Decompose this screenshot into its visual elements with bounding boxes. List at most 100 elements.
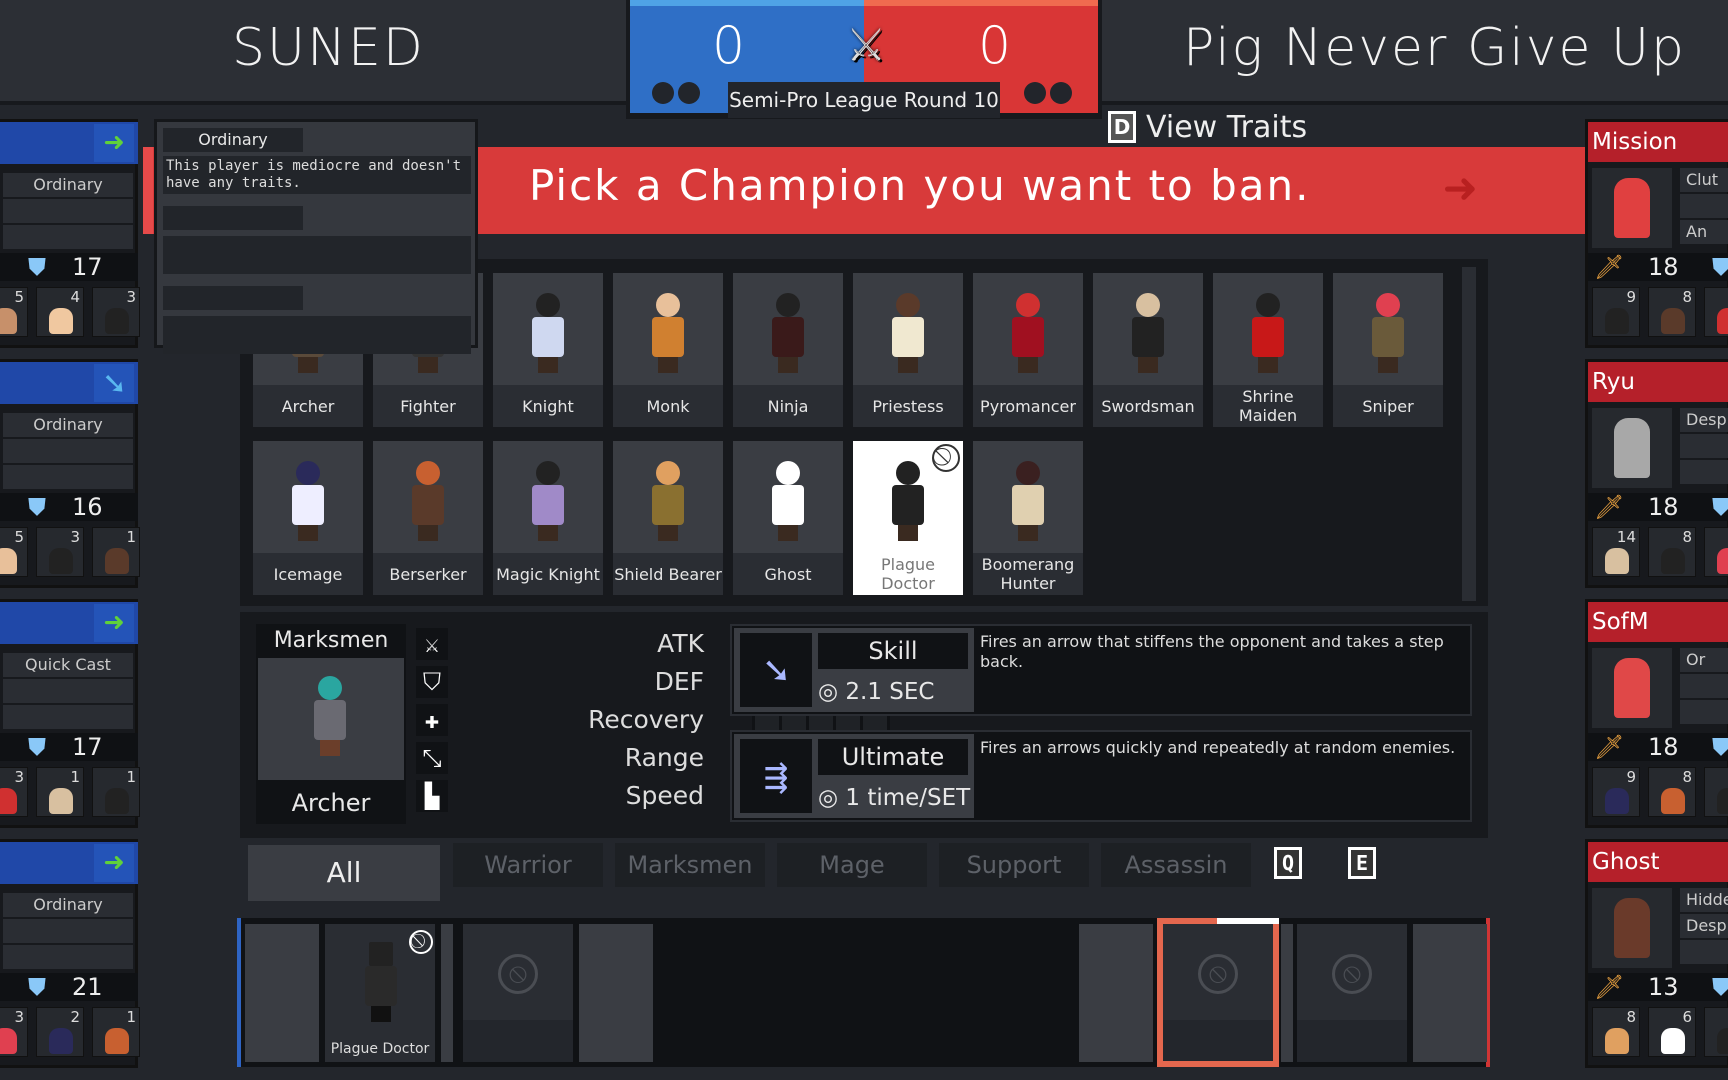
champion-card-priestess[interactable]: Priestess — [853, 273, 963, 427]
bow-icon: ⤡ — [416, 742, 448, 774]
player-trait — [3, 705, 133, 729]
sword-icon: 🗡 — [1594, 493, 1625, 521]
champion-image — [1333, 273, 1443, 385]
sword-icon: 🗡 — [1594, 973, 1625, 1001]
sprite — [310, 676, 350, 756]
shield-icon: ⛊ — [28, 493, 46, 521]
champion-name: Sniper — [1362, 396, 1414, 416]
grid-scrollbar[interactable] — [1462, 267, 1476, 601]
ultimate-arrows-icon: ⇶ — [740, 739, 812, 813]
mastery-value: 3 — [14, 1008, 24, 1026]
mastery-champ: 4 — [36, 287, 84, 337]
champion-card-swordsman[interactable]: Swordsman — [1093, 273, 1203, 427]
champion-card-icemage[interactable]: Icemage — [253, 441, 363, 595]
league-label: Semi-Pro League Round 10 — [728, 82, 1000, 118]
left-player-card[interactable]: ➜ Ordinary ⛊ 17 5 4 3 — [0, 119, 140, 348]
banner-edge — [143, 147, 153, 234]
champion-card-shrine-maiden[interactable]: Shrine Maiden — [1213, 273, 1323, 427]
champion-sprite — [888, 461, 928, 541]
banned-champion-name: Plague Doctor — [330, 1041, 430, 1057]
tab-support[interactable]: Support — [939, 843, 1089, 887]
mastery-champ: 8 — [1648, 287, 1696, 337]
champion-card-ninja[interactable]: Ninja — [733, 273, 843, 427]
player-trait — [3, 679, 133, 703]
left-player-card[interactable]: ➜ Quick Cast ⛊ 17 3 1 1 — [0, 599, 140, 828]
ban-icon: ⃠ — [409, 930, 433, 954]
champion-card-shield-bearer[interactable]: Shield Bearer — [613, 441, 723, 595]
champion-image — [853, 273, 963, 385]
sword-icon: 🗡 — [1594, 253, 1625, 281]
player-trait — [1680, 460, 1728, 484]
player-trait — [1680, 700, 1728, 724]
tooltip-empty-desc — [163, 316, 471, 354]
champion-sprite — [1008, 293, 1048, 373]
champion-name: Ninja — [767, 396, 809, 416]
mastery-value: 2 — [70, 1008, 80, 1026]
champion-sprite — [528, 293, 568, 373]
boot-icon: ▙ — [416, 780, 448, 812]
champion-card-magic-knight[interactable]: Magic Knight — [493, 441, 603, 595]
red-ban-slot-active[interactable]: ⦸ — [1157, 918, 1279, 1067]
champion-card-plague-doctor[interactable]: ⃠ Plague Doctor — [853, 441, 963, 595]
player-name: Ryu — [1588, 362, 1728, 402]
champion-sprite — [1368, 293, 1408, 373]
player-avatar — [1592, 408, 1672, 488]
mastery-value: 1 — [126, 1008, 136, 1026]
prev-tab-key[interactable]: Q — [1274, 847, 1302, 879]
tab-assassin[interactable]: Assassin — [1101, 843, 1251, 887]
ban-strip: ⃠ Plague Doctor ⦸ ⦸ ⦸ — [237, 918, 1490, 1067]
player-rating: 🗡 13 ⛊ — [1588, 973, 1728, 1001]
arrow-right-icon: ➜ — [94, 124, 134, 162]
champion-card-knight[interactable]: Knight — [493, 273, 603, 427]
champion-sprite — [408, 461, 448, 541]
stat-label: Speed — [625, 781, 704, 810]
player-trait — [1680, 194, 1728, 218]
right-score: 0 — [978, 16, 1012, 76]
champion-details: Marksmen Archer ⚔ ATK ⛉ DEF ✚ Recovery ⤡ Range ▙… — [240, 612, 1488, 838]
champion-name: Pyromancer — [980, 396, 1076, 416]
player-trait — [1680, 434, 1728, 458]
clock-icon: ◎ — [818, 679, 846, 705]
right-player-card[interactable]: Ryu Despis 🗡 18 ⛊ 14 8 — [1585, 359, 1728, 588]
next-tab-key[interactable]: E — [1348, 847, 1376, 879]
view-traits-button[interactable]: D View Traits — [1108, 110, 1307, 145]
champion-card-berserker[interactable]: Berserker — [373, 441, 483, 595]
tab-all[interactable]: All — [248, 845, 440, 901]
mastery-champ: 1 — [36, 767, 84, 817]
champion-card-pyromancer[interactable]: Pyromancer — [973, 273, 1083, 427]
player-avatar — [1592, 168, 1672, 248]
champion-card-sniper[interactable]: Sniper — [1333, 273, 1443, 427]
champion-card-monk[interactable]: Monk — [613, 273, 723, 427]
champion-image — [493, 441, 603, 553]
shield-icon: ⛊ — [28, 733, 46, 761]
champion-name: Swordsman — [1101, 396, 1195, 416]
blue-pick-slot — [579, 924, 653, 1062]
right-player-card[interactable]: SofM Or 🗡 18 ⛊ 9 8 — [1585, 599, 1728, 828]
player-trait — [1680, 674, 1728, 698]
right-player-card[interactable]: Mission Clut An 🗡 18 ⛊ 9 8 — [1585, 119, 1728, 348]
left-player-card[interactable]: ➜ Ordinary ⛊ 21 321 — [0, 839, 140, 1068]
mastery-champ: 3 — [36, 527, 84, 577]
tab-mage[interactable]: Mage — [777, 843, 927, 887]
left-player-card[interactable]: ➘ Ordinary ⛊ 16 5 3 1 — [0, 359, 140, 588]
mastery-champ: 9 — [1592, 287, 1640, 337]
player-name: SofM — [1588, 602, 1728, 642]
blue-ban-slot-filled: ⃠ Plague Doctor — [325, 924, 435, 1062]
ultimate-box: ⇶ Ultimate ◎ 1 time/SET — [734, 734, 974, 818]
player-name: Mission — [1588, 122, 1728, 162]
champion-sprite — [288, 461, 328, 541]
mastery-value: 3 — [70, 528, 80, 546]
key-e-icon: E — [1348, 847, 1376, 879]
player-trait: Ordinary — [3, 173, 133, 197]
skill-box: ➘ Skill ◎ 2.1 SEC — [734, 628, 974, 712]
mastery-value: 4 — [70, 288, 80, 306]
tab-marksmen[interactable]: Marksmen — [615, 843, 765, 887]
tab-warrior[interactable]: Warrior — [453, 843, 603, 887]
player-rating: ⛊ 16 — [0, 493, 138, 521]
champion-card-ghost[interactable]: Ghost — [733, 441, 843, 595]
mastery-value: 8 — [1682, 528, 1692, 546]
rating-value: 13 — [1648, 973, 1679, 1001]
right-player-card[interactable]: Ghost HiddenDespis 🗡 13 ⛊ 8 6 — [1585, 839, 1728, 1068]
champion-card-boomerang-hunter[interactable]: Boomerang Hunter — [973, 441, 1083, 595]
mastery-champ: 8 — [1648, 527, 1696, 577]
